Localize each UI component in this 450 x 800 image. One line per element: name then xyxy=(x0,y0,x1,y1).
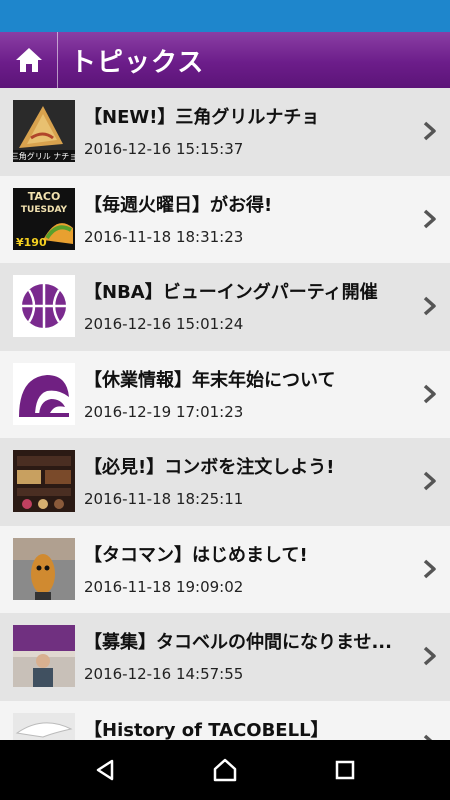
topic-row[interactable]: 【休業情報】年末年始について 2016-12-19 17:01:23 xyxy=(0,350,450,438)
topic-title: 【必見!】コンボを注文しよう! xyxy=(84,457,335,478)
topic-row[interactable]: 【募集】タコベルの仲間になりませ... 2016-12-16 14:57:55 xyxy=(0,613,450,701)
history-hat-image-icon xyxy=(13,712,75,740)
recruit-photo-icon xyxy=(13,625,75,687)
chevron-right-icon xyxy=(422,470,438,492)
topic-title: 【NEW!】三角グリルナチョ xyxy=(84,107,320,128)
chevron-right-icon xyxy=(422,208,438,230)
price-thumb-text: ¥190 xyxy=(16,236,47,249)
topic-title: 【History of TACOBELL】 xyxy=(84,719,329,741)
topic-thumbnail xyxy=(13,712,75,740)
taco-bell-logo-icon xyxy=(13,362,75,425)
chevron-right-icon xyxy=(422,733,438,740)
topics-list: 三角グリル ナチョ 【NEW!】三角グリルナチョ 2016-12-16 15:1… xyxy=(0,88,450,740)
back-icon xyxy=(96,759,114,781)
home-icon xyxy=(15,48,42,72)
topic-row[interactable]: 【タコマン】はじめまして! 2016-11-18 19:09:02 xyxy=(0,525,450,613)
chevron-right-icon xyxy=(422,645,438,667)
topic-thumbnail xyxy=(13,625,75,687)
topic-row[interactable]: 【History of TACOBELL】 xyxy=(0,700,450,741)
topic-title: 【毎週火曜日】がお得! xyxy=(84,194,273,216)
topic-row[interactable]: TACO TUESDAY ¥190 【毎週火曜日】がお得! 2016-11-18… xyxy=(0,175,450,263)
nacho-image-icon: 三角グリル ナチョ xyxy=(13,100,75,162)
nav-back-button[interactable] xyxy=(85,750,125,790)
chevron-right-icon xyxy=(422,120,438,142)
chevron-right-icon xyxy=(422,383,438,405)
header-home-button[interactable] xyxy=(0,32,58,88)
topic-thumbnail xyxy=(13,450,75,512)
taco-thumb-text: TACO xyxy=(28,190,61,203)
topic-title: 【NBA】ビューイングパーティ開催 xyxy=(84,282,378,303)
topic-date: 2016-11-18 19:09:02 xyxy=(84,577,244,596)
tacoman-mascot-image-icon xyxy=(13,537,75,600)
topic-date: 2016-12-16 15:01:24 xyxy=(84,315,244,333)
topic-row[interactable]: 三角グリル ナチョ 【NEW!】三角グリルナチョ 2016-12-16 15:1… xyxy=(0,88,450,176)
chevron-right-icon xyxy=(422,295,438,317)
topic-date: 2016-11-18 18:25:11 xyxy=(84,490,244,508)
system-nav-bar xyxy=(0,740,450,800)
nav-recent-apps-button[interactable] xyxy=(325,750,365,790)
tuesday-thumb-text: TUESDAY xyxy=(21,205,68,215)
topic-date: 2016-12-16 14:57:55 xyxy=(84,665,244,683)
topic-title: 【タコマン】はじめまして! xyxy=(84,544,308,566)
topic-row[interactable]: 【NBA】ビューイングパーティ開催 2016-12-16 15:01:24 xyxy=(0,263,450,351)
app-header: トピックス xyxy=(0,32,450,88)
topic-thumbnail xyxy=(13,362,75,425)
status-bar xyxy=(0,0,450,32)
topic-date: 2016-12-16 15:15:37 xyxy=(84,140,244,158)
page-title: トピックス xyxy=(70,47,205,78)
chevron-right-icon xyxy=(422,558,438,580)
topic-thumbnail xyxy=(13,537,75,600)
combo-menu-image-icon xyxy=(13,450,75,512)
topic-title: 【募集】タコベルの仲間になりませ... xyxy=(84,632,392,653)
topic-thumbnail: TACO TUESDAY ¥190 xyxy=(13,187,75,250)
nav-home-button[interactable] xyxy=(205,750,245,790)
nacho-thumb-text: 三角グリル ナチョ xyxy=(13,151,75,161)
recent-apps-icon xyxy=(335,760,355,780)
topic-date: 2016-12-19 17:01:23 xyxy=(84,402,244,421)
topic-title: 【休業情報】年末年始について xyxy=(84,369,336,391)
topic-thumbnail: 三角グリル ナチョ xyxy=(13,100,75,162)
basketball-icon xyxy=(13,275,75,337)
topic-row[interactable]: 【必見!】コンボを注文しよう! 2016-11-18 18:25:11 xyxy=(0,438,450,526)
topic-date: 2016-11-18 18:31:23 xyxy=(84,227,244,246)
topic-thumbnail xyxy=(13,275,75,337)
home-icon xyxy=(213,758,237,782)
taco-tuesday-image-icon: TACO TUESDAY ¥190 xyxy=(13,187,75,250)
